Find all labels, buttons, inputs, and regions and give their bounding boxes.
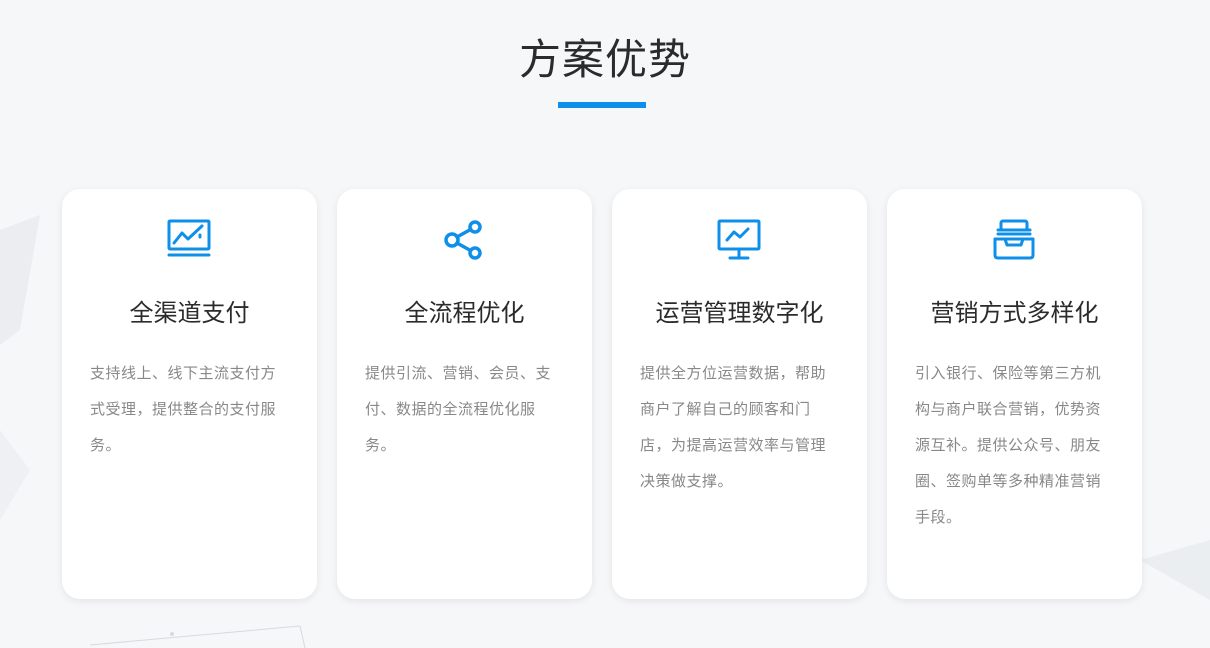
card-title: 全渠道支付 [129,299,250,327]
section-title: 方案优势 [518,35,691,84]
card-description: 提供全方位运营数据，帮助商户了解自己的顾客和门店，为提高运营效率与管理决策做支撑… [640,364,827,490]
card-title: 运营管理数字化 [655,299,824,327]
advantage-card-omnichannel-payment: 全渠道支付 支持线上、线下主流支付方式受理，提供整合的支付服务。 [62,189,317,599]
card-description: 引入银行、保险等第三方机构与商户联合营销，优势资源互补。提供公众号、朋友圈、签购… [915,364,1102,526]
inbox-tray-icon [991,217,1037,263]
advantage-card-digital-operations: 运营管理数字化 提供全方位运营数据，帮助商户了解自己的顾客和门店，为提高运营效率… [612,189,867,599]
monitor-chart-icon [716,217,762,263]
card-description: 提供引流、营销、会员、支付、数据的全流程优化服务。 [365,364,552,454]
card-title: 全流程优化 [404,299,525,327]
advantage-card-diverse-marketing: 营销方式多样化 引入银行、保险等第三方机构与商户联合营销，优势资源互补。提供公众… [887,189,1142,599]
advantage-card-full-process-optimization: 全流程优化 提供引流、营销、会员、支付、数据的全流程优化服务。 [337,189,592,599]
advantage-cards: 全渠道支付 支持线上、线下主流支付方式受理，提供整合的支付服务。 全流程优化 提… [62,189,1142,599]
line-chart-icon [166,217,212,263]
card-title: 营销方式多样化 [930,299,1099,327]
title-underline [558,102,646,108]
share-icon [441,217,487,263]
card-description: 支持线上、线下主流支付方式受理，提供整合的支付服务。 [90,364,277,454]
